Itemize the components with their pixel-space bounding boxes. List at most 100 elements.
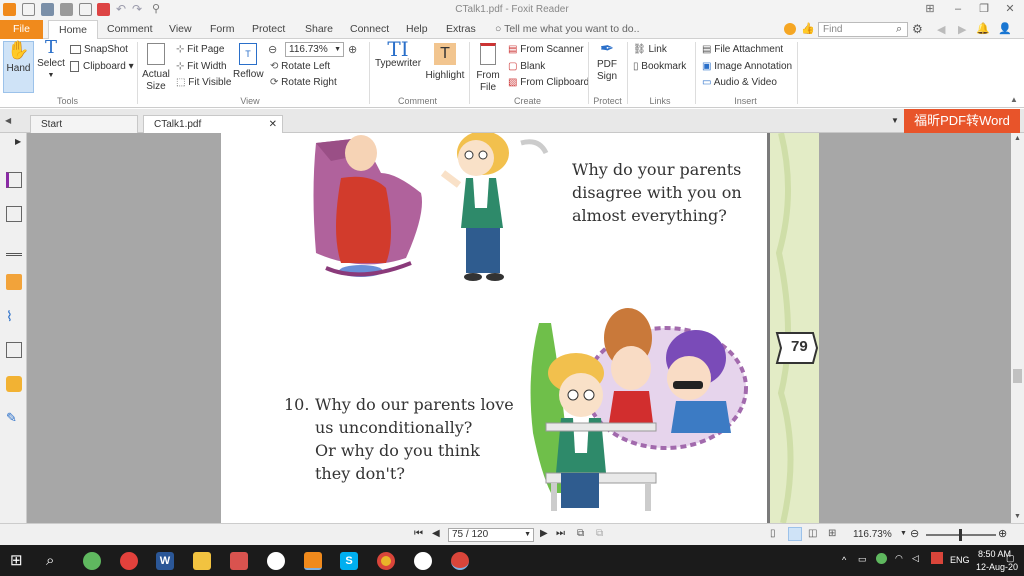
next-page-icon[interactable]: ▶ <box>540 528 548 539</box>
from-file-button[interactable]: From File <box>474 43 502 94</box>
bookmark-button[interactable]: ▯ Bookmark <box>633 61 686 72</box>
image-annotation-button[interactable]: ▣ Image Annotation <box>702 61 792 72</box>
nav-forward-icon[interactable]: ▶ <box>958 23 966 36</box>
chrome-profile-icon[interactable] <box>451 552 469 570</box>
app-grid-icon[interactable] <box>230 552 248 570</box>
chrome-icon[interactable] <box>377 552 395 570</box>
minimize-button[interactable]: – <box>950 2 966 17</box>
single-page-icon[interactable]: ▯ <box>770 528 776 539</box>
first-page-icon[interactable]: ⏮ <box>414 528 423 539</box>
zoom-dropdown-icon[interactable]: ▼ <box>900 530 907 537</box>
notification-icon[interactable] <box>784 23 796 35</box>
vertical-scrollbar[interactable]: ▲ ▼ <box>1011 133 1024 523</box>
vpn-icon[interactable] <box>931 552 943 564</box>
user-icon[interactable]: 👤 <box>998 22 1012 35</box>
zalo-icon[interactable] <box>414 552 432 570</box>
snapshot-button[interactable]: SnapShot <box>70 44 128 55</box>
zoom-level-label[interactable]: 116.73% <box>853 529 892 540</box>
continuous-page-icon[interactable] <box>788 527 802 541</box>
pdf-sign-button[interactable]: ✒ PDF Sign <box>592 40 622 83</box>
stack-icon[interactable] <box>6 240 22 256</box>
word-icon[interactable]: W <box>156 552 174 570</box>
continuous-facing-icon[interactable]: ⊞ <box>828 528 836 539</box>
select-button[interactable]: T Select ▼ <box>37 39 65 82</box>
maximize-button[interactable]: ❐ <box>976 2 992 17</box>
bell-icon[interactable]: 🔔 <box>976 22 990 35</box>
volume-icon[interactable]: ◁ <box>912 553 919 564</box>
hand-button[interactable]: ✋ Hand <box>3 41 34 93</box>
zoom-in-icon[interactable]: ⊕ <box>998 527 1007 540</box>
skype-icon[interactable]: S <box>340 552 358 570</box>
app-photos-icon[interactable] <box>267 552 285 570</box>
file-attachment-button[interactable]: ▤ File Attachment <box>702 44 783 55</box>
windows-start-icon[interactable]: ⊞ <box>10 552 28 570</box>
lock-icon[interactable] <box>6 376 22 392</box>
promo-banner[interactable]: 福昕PDF转Word <box>904 109 1020 133</box>
find-input[interactable]: Find <box>818 22 908 37</box>
close-button[interactable]: ✕ <box>1002 2 1018 17</box>
rotate-left-button[interactable]: ⟲ Rotate Left <box>270 61 330 72</box>
fit-width-button[interactable]: ⊹ Fit Width <box>176 61 227 72</box>
reflow-button[interactable]: T Reflow <box>233 43 264 81</box>
zoom-slider-thumb[interactable] <box>959 529 962 541</box>
ribbon-display-icon[interactable]: ⊞ <box>922 2 938 17</box>
scroll-up-icon[interactable]: ▲ <box>1014 135 1021 142</box>
typewriter-button[interactable]: TI Typewriter <box>374 39 422 70</box>
tab-start[interactable]: Start <box>30 115 138 133</box>
tab-file[interactable]: File <box>0 20 43 39</box>
zoom-in-icon[interactable]: ⊕ <box>348 43 357 56</box>
fit-page-button[interactable]: ⊹ Fit Page <box>176 44 224 55</box>
tab-protect[interactable]: Protect <box>252 20 285 39</box>
tab-help[interactable]: Help <box>406 20 428 39</box>
link-button[interactable]: ⛓ Link <box>633 44 667 55</box>
highlight-button[interactable]: T Highlight <box>425 43 465 82</box>
close-tab-icon[interactable]: ✕ <box>269 116 277 133</box>
app-clover-icon[interactable] <box>83 552 101 570</box>
wifi-icon[interactable]: ◠ <box>895 553 903 564</box>
comments-icon[interactable] <box>6 274 22 290</box>
page-number-input[interactable]: 75 / 120 ▼ <box>448 528 534 542</box>
language-indicator[interactable]: ENG <box>950 555 970 565</box>
tab-share[interactable]: Share <box>305 20 333 39</box>
tab-form[interactable]: Form <box>210 20 235 39</box>
clipboard-button[interactable]: Clipboard ▾ <box>70 61 134 72</box>
search-icon[interactable]: ⌕ <box>896 23 902 36</box>
tab-document[interactable]: CTalk1.pdf ✕ <box>143 115 283 133</box>
notifications-icon[interactable]: ▢ <box>1006 553 1015 564</box>
scroll-down-icon[interactable]: ▼ <box>1014 513 1021 520</box>
tab-connect[interactable]: Connect <box>350 20 389 39</box>
gear-icon[interactable]: ⚙ <box>912 22 923 36</box>
from-clipboard-button[interactable]: ▧ From Clipboard <box>508 77 589 88</box>
last-page-icon[interactable]: ⏭ <box>556 528 565 539</box>
pen-icon[interactable]: ✎ <box>6 410 22 426</box>
actual-size-button[interactable]: Actual Size <box>141 43 171 93</box>
app-diamond-icon[interactable] <box>120 552 138 570</box>
rotate-right-button[interactable]: ⟳ Rotate Right <box>270 77 337 88</box>
foxit-reader-icon[interactable] <box>304 552 322 570</box>
tab-view[interactable]: View <box>169 20 192 39</box>
previous-view-icon[interactable]: ⧉ <box>577 528 584 539</box>
tray-expand-icon[interactable]: ^ <box>842 555 846 565</box>
previous-page-icon[interactable]: ◀ <box>432 528 440 539</box>
next-view-icon[interactable]: ⧉ <box>596 528 603 539</box>
tab-comment[interactable]: Comment <box>107 20 153 39</box>
pages-icon[interactable] <box>6 172 22 188</box>
audio-video-button[interactable]: ▭ Audio & Video <box>702 77 777 88</box>
zoom-out-icon[interactable]: ⊖ <box>268 43 277 56</box>
nav-back-icon[interactable]: ◀ <box>937 23 945 36</box>
layers-icon[interactable] <box>6 206 22 222</box>
search-icon[interactable]: ⌕ <box>46 552 64 570</box>
file-explorer-icon[interactable] <box>193 552 211 570</box>
fit-visible-button[interactable]: ⬚ Fit Visible <box>176 77 231 88</box>
collapse-ribbon-icon[interactable]: ▲ <box>1010 95 1018 104</box>
blank-button[interactable]: ▢ Blank <box>508 61 545 72</box>
facing-page-icon[interactable]: ◫ <box>808 528 817 539</box>
from-scanner-button[interactable]: ▤ From Scanner <box>508 44 584 55</box>
tab-scroll-icon[interactable]: ◀ <box>5 116 11 125</box>
shield-status-icon[interactable] <box>876 553 887 564</box>
attachment-icon[interactable]: ⌇ <box>6 308 22 324</box>
signature-panel-icon[interactable] <box>6 342 22 358</box>
thumbs-up-icon[interactable]: 👍 <box>801 22 815 35</box>
tab-list-icon[interactable]: ▼ <box>891 116 899 125</box>
expand-panel-icon[interactable]: ▶ <box>15 137 21 146</box>
